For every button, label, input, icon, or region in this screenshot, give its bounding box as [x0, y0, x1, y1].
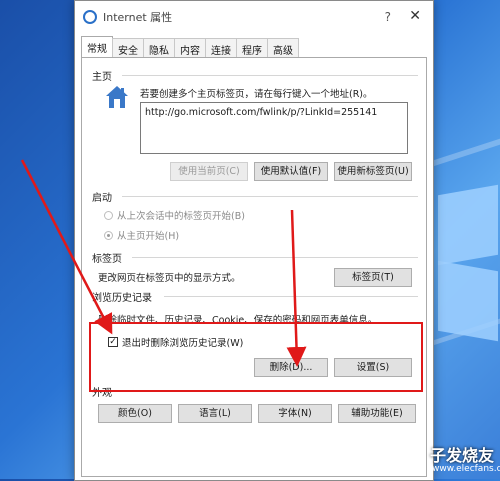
window-title: Internet 属性	[103, 11, 173, 24]
watermark-text: 子发烧友	[430, 446, 495, 465]
windows-logo-icon	[430, 184, 500, 342]
watermark-url: www.elecfans.com	[432, 464, 500, 474]
tab-connections[interactable]: 连接	[205, 38, 237, 58]
languages-button[interactable]: 语言(L)	[178, 404, 252, 423]
divider	[164, 296, 418, 297]
home-group-label: 主页	[92, 72, 112, 83]
accessibility-button[interactable]: 辅助功能(E)	[338, 404, 416, 423]
home-hint: 若要创建多个主页标签页，请在每行键入一个地址(R)。	[140, 89, 373, 100]
tabs-desc: 更改网页在标签页中的显示方式。	[98, 273, 241, 284]
title-bar: Internet 属性 ? ✕	[75, 1, 433, 33]
use-current-button[interactable]: 使用当前页(C)	[170, 162, 248, 181]
divider	[132, 257, 418, 258]
help-button[interactable]: ?	[385, 10, 391, 24]
radio-label: 从主页开始(H)	[117, 231, 180, 242]
radio-circle-icon	[104, 230, 113, 240]
divider	[122, 196, 418, 197]
radio-circle-icon	[104, 210, 113, 220]
history-group-label: 浏览历史记录	[92, 293, 152, 304]
home-url-textarea[interactable]: http://go.microsoft.com/fwlink/p/?LinkId…	[140, 102, 408, 154]
tabs-group-label: 标签页	[92, 254, 122, 265]
tab-general[interactable]: 常规	[81, 36, 113, 58]
startup-home-radio[interactable]: 从主页开始(H)	[104, 228, 179, 242]
use-default-button[interactable]: 使用默认值(F)	[254, 162, 328, 181]
tab-programs[interactable]: 程序	[236, 38, 268, 58]
colors-button[interactable]: 颜色(O)	[98, 404, 172, 423]
fonts-button[interactable]: 字体(N)	[258, 404, 332, 423]
tab-strip: 常规 安全 隐私 内容 连接 程序 高级	[81, 36, 299, 58]
tab-advanced[interactable]: 高级	[267, 38, 299, 58]
radio-label: 从上次会话中的标签页开始(B)	[117, 211, 245, 222]
use-new-tab-button[interactable]: 使用新标签页(U)	[334, 162, 412, 181]
tab-content[interactable]: 内容	[174, 38, 206, 58]
startup-group-label: 启动	[92, 193, 112, 204]
house-icon	[106, 86, 128, 108]
internet-options-dialog: Internet 属性 ? ✕ 常规 安全 隐私 内容 连接 程序 高级 主页 …	[74, 0, 434, 481]
tab-security[interactable]: 安全	[112, 38, 144, 58]
startup-last-session-radio[interactable]: 从上次会话中的标签页开始(B)	[104, 208, 245, 222]
tabs-settings-button[interactable]: 标签页(T)	[334, 268, 412, 287]
close-button[interactable]: ✕	[409, 8, 421, 24]
annotation-highlight-box	[89, 322, 423, 392]
tab-privacy[interactable]: 隐私	[143, 38, 175, 58]
internet-globe-icon	[83, 10, 97, 24]
divider	[122, 75, 418, 76]
general-tab-panel: 主页 若要创建多个主页标签页，请在每行键入一个地址(R)。 http://go.…	[81, 57, 427, 477]
